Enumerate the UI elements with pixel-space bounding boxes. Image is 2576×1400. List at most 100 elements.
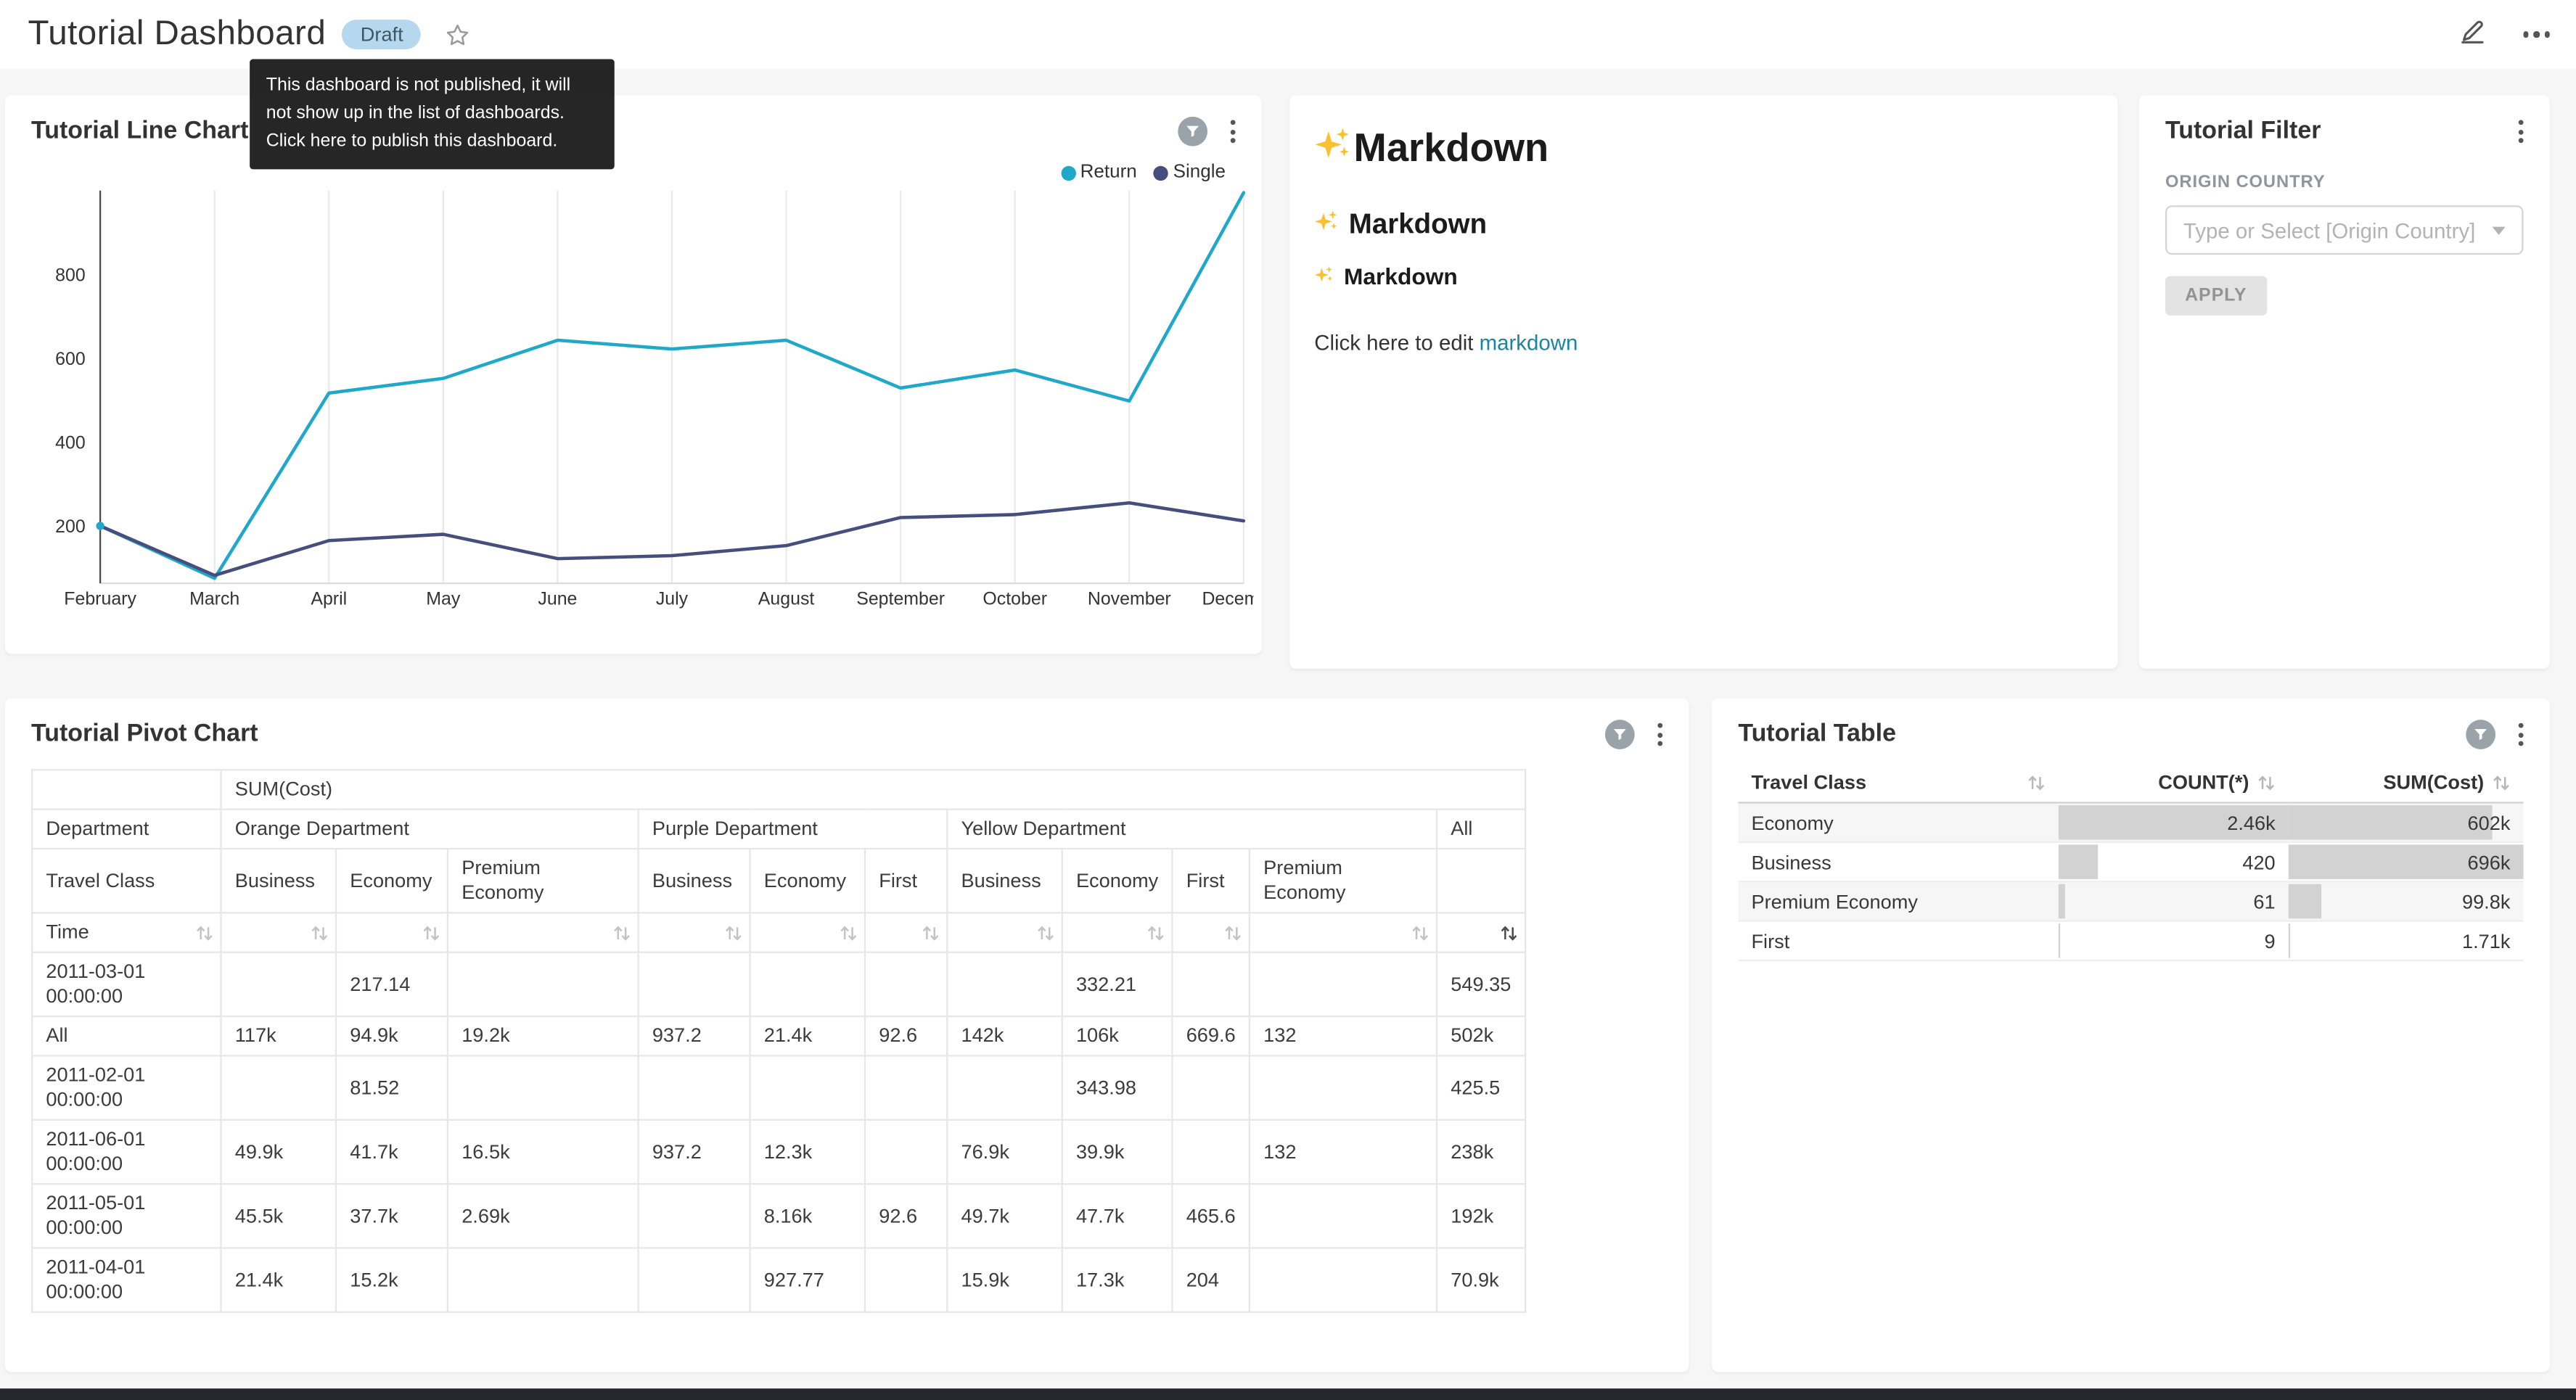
pivot-cell (1250, 1184, 1437, 1248)
kebab-menu-icon[interactable] (1224, 117, 1242, 147)
sort-icon[interactable] (311, 923, 329, 942)
pivot-col-header (1437, 849, 1525, 913)
pivot-cell (639, 1184, 750, 1248)
sparkles-icon (1314, 125, 1352, 174)
data-table: Travel ClassCOUNT(*)SUM(Cost)Economy2.46… (1738, 762, 2523, 961)
pivot-col-header: Premium Economy (448, 849, 639, 913)
edit-pencil-icon[interactable] (2457, 16, 2487, 54)
draft-badge[interactable]: Draft (342, 20, 422, 49)
pivot-cell: 132 (1250, 1120, 1437, 1184)
pivot-sort-cell (947, 913, 1062, 952)
sort-icon[interactable] (1147, 923, 1165, 942)
column-header-count[interactable]: COUNT(*) (2059, 762, 2289, 802)
sort-icon[interactable] (1500, 923, 1518, 942)
kebab-menu-icon[interactable] (1651, 720, 1669, 749)
sort-icon[interactable] (1037, 923, 1055, 942)
svg-text:September: September (856, 589, 945, 609)
markdown-edit-link[interactable]: markdown (1480, 330, 1578, 355)
table-cell-sum: 99.8k (2289, 881, 2524, 921)
apply-button[interactable]: APPLY (2165, 276, 2267, 316)
line-chart-card: Tutorial Line Chart Return Single 2004006… (5, 95, 1262, 654)
svg-text:400: 400 (55, 433, 86, 453)
table-row: Economy2.46k602k (1738, 803, 2523, 842)
markdown-heading-medium: Markdown (1314, 209, 2094, 242)
pivot-cell (448, 1055, 639, 1119)
table-row: First91.71k (1738, 921, 2523, 960)
pivot-cell (221, 952, 336, 1016)
filter-indicator-icon[interactable] (1178, 117, 1207, 147)
sort-icon[interactable] (840, 923, 858, 942)
sort-icon[interactable] (2027, 773, 2046, 791)
pivot-sort-row: Time (32, 913, 1525, 952)
pivot-cell: 92.6 (865, 1184, 947, 1248)
origin-country-select[interactable]: Type or Select [Origin Country] (2165, 205, 2524, 255)
pivot-col-header: First (1172, 849, 1249, 913)
pivot-cell (1172, 1120, 1249, 1184)
pivot-cell: 94.9k (336, 1016, 448, 1055)
table-cell-travel-class: Premium Economy (1738, 881, 2058, 921)
markdown-footer: Click here to edit markdown (1314, 330, 2094, 355)
pivot-cell (448, 952, 639, 1016)
pivot-measure-row: SUM(Cost) (32, 770, 1525, 809)
pivot-time-label: Time (32, 913, 221, 952)
pivot-cell (750, 952, 865, 1016)
pivot-row: 2011-03-01 00:00:00217.14332.21549.35 (32, 952, 1525, 1016)
pivot-cell: 2.69k (448, 1184, 639, 1248)
pivot-cell: 502k (1437, 1016, 1525, 1055)
sort-icon[interactable] (422, 923, 440, 942)
pivot-row: 2011-04-01 00:00:0021.4k15.2k927.7715.9k… (32, 1248, 1525, 1312)
pivot-chart-card: Tutorial Pivot Chart SUM(Cost)Department… (5, 699, 1689, 1372)
pivot-cell: 669.6 (1172, 1016, 1249, 1055)
table-cell-sum: 696k (2289, 842, 2524, 881)
pivot-cell (1250, 1055, 1437, 1119)
pivot-cell: 927.77 (750, 1248, 865, 1312)
legend-item[interactable]: Return (1060, 162, 1136, 182)
chevron-down-icon (2493, 226, 2506, 234)
pivot-cell: 45.5k (221, 1184, 336, 1248)
chart-legend: Return Single (1060, 162, 1226, 182)
column-header-travel-class[interactable]: Travel Class (1738, 762, 2058, 802)
pivot-cell: 465.6 (1172, 1184, 1249, 1248)
column-header-sum[interactable]: SUM(Cost) (2289, 762, 2524, 802)
sort-icon[interactable] (2493, 773, 2511, 791)
pivot-cell: 15.9k (947, 1248, 1062, 1312)
pivot-cell: 332.21 (1062, 952, 1173, 1016)
filter-indicator-icon[interactable] (1605, 720, 1635, 749)
pivot-row-label: 2011-02-01 00:00:00 (32, 1055, 221, 1119)
pivot-col-group: Yellow Department (947, 810, 1437, 849)
pivot-cell (1172, 1055, 1249, 1119)
svg-text:October: October (983, 589, 1047, 609)
sort-icon[interactable] (2257, 773, 2276, 791)
sort-icon[interactable] (1411, 923, 1429, 942)
pivot-cell: 549.35 (1437, 952, 1525, 1016)
svg-text:March: March (189, 589, 239, 609)
chart-title: Tutorial Line Chart (31, 117, 248, 145)
pivot-measure-label: SUM(Cost) (221, 770, 1525, 809)
pivot-cell (750, 1055, 865, 1119)
sort-icon[interactable] (195, 923, 213, 942)
kebab-menu-icon[interactable] (2512, 720, 2530, 749)
sort-icon[interactable] (922, 923, 940, 942)
pivot-cell: 204 (1172, 1248, 1249, 1312)
pivot-cell: 217.14 (336, 952, 448, 1016)
pivot-cell (448, 1248, 639, 1312)
ellipsis-menu-icon[interactable] (2522, 32, 2549, 38)
count-bar (2059, 884, 2064, 919)
pivot-cell: 21.4k (221, 1248, 336, 1312)
filter-indicator-icon[interactable] (2466, 720, 2495, 749)
pivot-cell: 238k (1437, 1120, 1525, 1184)
legend-item[interactable]: Single (1153, 162, 1226, 182)
svg-text:August: August (758, 589, 815, 609)
kebab-menu-icon[interactable] (2512, 117, 2530, 147)
line-chart[interactable]: 200400600800FebruaryMarchAprilMayJuneJul… (5, 181, 1254, 627)
data-table-container: Travel ClassCOUNT(*)SUM(Cost)Economy2.46… (1738, 762, 2523, 961)
pivot-cell (865, 1120, 947, 1184)
sort-icon[interactable] (1224, 923, 1242, 942)
sort-icon[interactable] (724, 923, 742, 942)
table-cell-travel-class: First (1738, 921, 2058, 960)
table-cell-count: 61 (2059, 881, 2289, 921)
star-icon[interactable] (444, 20, 472, 49)
sort-icon[interactable] (612, 923, 631, 942)
sparkles-icon (1314, 209, 1339, 242)
pivot-cell: 15.2k (336, 1248, 448, 1312)
